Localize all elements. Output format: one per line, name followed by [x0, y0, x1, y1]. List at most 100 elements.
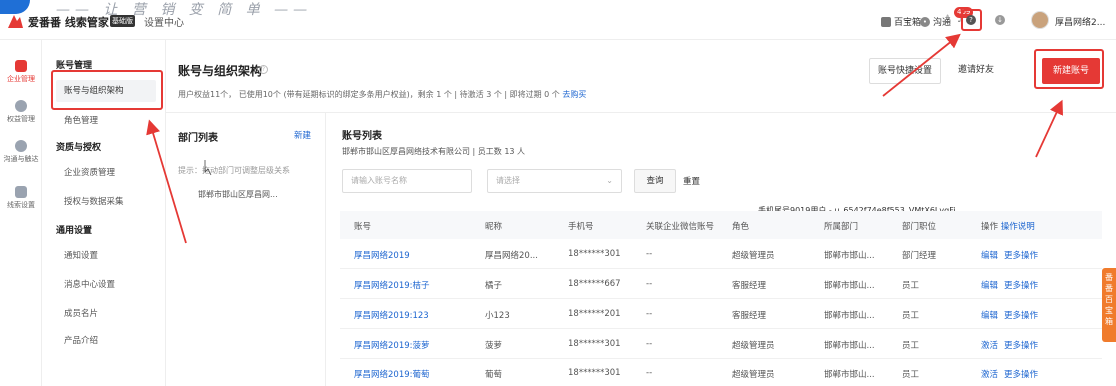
cell-role: 超级管理员	[732, 251, 775, 261]
th-nickname: 昵称	[485, 222, 503, 232]
th-action-label: 操作	[981, 222, 999, 232]
buy-link[interactable]: 去购买	[562, 90, 586, 99]
cell-account[interactable]: 厚昌网络2019:123	[354, 309, 429, 321]
row-action-primary[interactable]: 激活	[981, 368, 998, 380]
cell-account[interactable]: 厚昌网络2019:桔子	[354, 279, 430, 291]
menu-section-qualification: 资质与授权	[56, 143, 102, 153]
menu-item-business-card[interactable]: 成员名片	[56, 303, 156, 325]
enterprise-icon	[15, 60, 27, 72]
menu-item-authorization[interactable]: 授权与数据采集	[56, 191, 156, 213]
row-action-primary[interactable]: 编辑	[981, 309, 998, 321]
table-row: 厚昌网络2019:葡萄 葡萄 18******301 -- 超级管理员 邯郸市邯…	[340, 359, 1102, 380]
row-action-primary[interactable]: 激活	[981, 339, 998, 351]
rights-status: | 待激活 3 个 | 即将过期 0 个	[454, 90, 563, 99]
th-account: 账号	[354, 222, 372, 232]
table-row: 厚昌网络2019:桔子 橘子 18******667 -- 客服经理 邯郸市邯山…	[340, 269, 1102, 299]
rail-item-reach[interactable]: 沟通与触达	[0, 140, 42, 164]
department-panel: 部门列表 新建 提示：拖动部门可调整层级关系 邯郸市邯山区厚昌网...	[166, 113, 326, 386]
top-bar: —— 让 营 销 变 简 单 —— 爱番番 线索管家 基础版 设置中心 百宝箱 …	[0, 0, 1116, 40]
cell-role: 超级管理员	[732, 341, 775, 351]
role-select[interactable]: 请选择 ⌄	[487, 169, 622, 193]
cell-phone: 18******667	[568, 279, 621, 289]
cell-wechat: --	[646, 339, 653, 349]
row-more-actions[interactable]: 更多操作	[1004, 368, 1038, 380]
cell-nickname: 菠萝	[485, 341, 503, 351]
cell-position: 员工	[902, 370, 920, 380]
row-more-actions[interactable]: 更多操作	[1004, 309, 1038, 321]
rail-item-lead-settings[interactable]: 线索设置	[0, 186, 42, 210]
chat-icon: •	[920, 16, 930, 27]
rail-label: 企业管理	[7, 75, 35, 83]
menu-item-notice[interactable]: 通知设置	[56, 245, 156, 267]
th-wechat: 关联企业微信账号	[646, 222, 715, 232]
cell-wechat: --	[646, 249, 653, 259]
brand-logo-icon	[8, 15, 23, 28]
menu-item-product-intro[interactable]: 产品介绍	[56, 330, 156, 352]
cell-account[interactable]: 厚昌网络2019:菠萝	[354, 339, 430, 351]
cell-account[interactable]: 厚昌网络2019:葡萄	[354, 368, 430, 380]
title-help-icon[interactable]: ?	[259, 65, 268, 74]
cell-position: 员工	[902, 311, 920, 321]
cell-dept: 邯郸市邯山...	[824, 370, 875, 380]
search-input[interactable]: 请输入账号名称	[342, 169, 472, 193]
brand-name[interactable]: 爱番番 线索管家	[28, 14, 109, 30]
user-name[interactable]: 厚昌网络2...	[1055, 15, 1105, 28]
cell-phone: 18******301	[568, 249, 621, 259]
account-list-title: 账号列表	[342, 131, 382, 142]
side-toolbox-tab[interactable]: 番番百宝箱	[1102, 268, 1116, 342]
menu-item-qualification[interactable]: 企业资质管理	[56, 162, 156, 184]
page-title: 账号与组织架构	[178, 64, 263, 78]
chevron-down-icon: ⌄	[606, 176, 613, 185]
menu-section-general: 通用设置	[56, 226, 93, 236]
reach-icon	[15, 140, 27, 152]
query-button[interactable]: 查询	[634, 169, 676, 193]
rail-label: 线索设置	[7, 201, 35, 209]
highlight-box-new-account	[1034, 49, 1104, 89]
cell-role: 客服经理	[732, 281, 767, 291]
dept-tip: 提示：拖动部门可调整层级关系	[178, 166, 290, 175]
cell-dept: 邯郸市邯山...	[824, 251, 875, 261]
menu-item-message-center[interactable]: 消息中心设置	[56, 274, 156, 296]
dept-tree-node[interactable]: 邯郸市邯山区厚昌网...	[198, 189, 278, 200]
rights-icon	[15, 100, 27, 112]
cell-wechat: --	[646, 279, 653, 289]
rights-text: 用户权益11个， 已使用10个 (带有延期标识的绑定多条用户权益)，剩余 1 个	[178, 90, 452, 99]
download-icon: ↓	[995, 15, 1005, 25]
rail-item-rights[interactable]: 权益管理	[0, 100, 42, 124]
select-placeholder: 请选择	[496, 176, 520, 185]
nav-gift-box[interactable]: 百宝箱	[881, 15, 921, 28]
table-row: 厚昌网络2019:菠萝 菠萝 18******301 -- 超级管理员 邯郸市邯…	[340, 329, 1102, 359]
rail-item-enterprise[interactable]: 企业管理	[0, 60, 42, 84]
invite-friend-button[interactable]: 邀请好友	[950, 58, 1002, 84]
row-more-actions[interactable]: 更多操作	[1004, 279, 1038, 291]
table-row: 厚昌网络2019 厚昌网络20... 18******301 -- 超级管理员 …	[340, 239, 1102, 269]
cell-phone: 18******301	[568, 339, 621, 349]
th-phone: 手机号	[568, 222, 594, 232]
action-help-link[interactable]: 操作说明	[1001, 222, 1035, 232]
cell-dept: 邯郸市邯山...	[824, 311, 875, 321]
row-action-primary[interactable]: 编辑	[981, 279, 998, 291]
cell-role: 超级管理员	[732, 370, 775, 380]
reset-button[interactable]: 重置	[683, 175, 700, 187]
cell-position: 员工	[902, 281, 920, 291]
cell-account[interactable]: 厚昌网络2019	[354, 249, 410, 261]
avatar[interactable]	[1031, 11, 1049, 29]
user-icon: ♙	[943, 14, 952, 25]
row-more-actions[interactable]: 更多操作	[1004, 249, 1038, 261]
row-more-actions[interactable]: 更多操作	[1004, 339, 1038, 351]
quick-settings-button[interactable]: 账号快捷设置	[869, 58, 941, 84]
highlight-box-help	[961, 9, 982, 31]
download-button[interactable]: ↓	[995, 15, 1005, 25]
th-role: 角色	[732, 222, 750, 232]
rail-label: 沟通与触达	[3, 155, 39, 163]
rail-label: 权益管理	[7, 115, 35, 123]
cell-position: 员工	[902, 341, 920, 351]
cell-dept: 邯郸市邯山...	[824, 341, 875, 351]
new-dept-link[interactable]: 新建	[294, 129, 311, 141]
user-switch-button[interactable]: ♙	[943, 14, 952, 25]
cell-dept: 邯郸市邯山...	[824, 281, 875, 291]
row-action-primary[interactable]: 编辑	[981, 249, 998, 261]
cell-role: 客服经理	[732, 311, 767, 321]
dept-list-title: 部门列表	[178, 133, 218, 144]
menu-item-role[interactable]: 角色管理	[56, 110, 156, 132]
